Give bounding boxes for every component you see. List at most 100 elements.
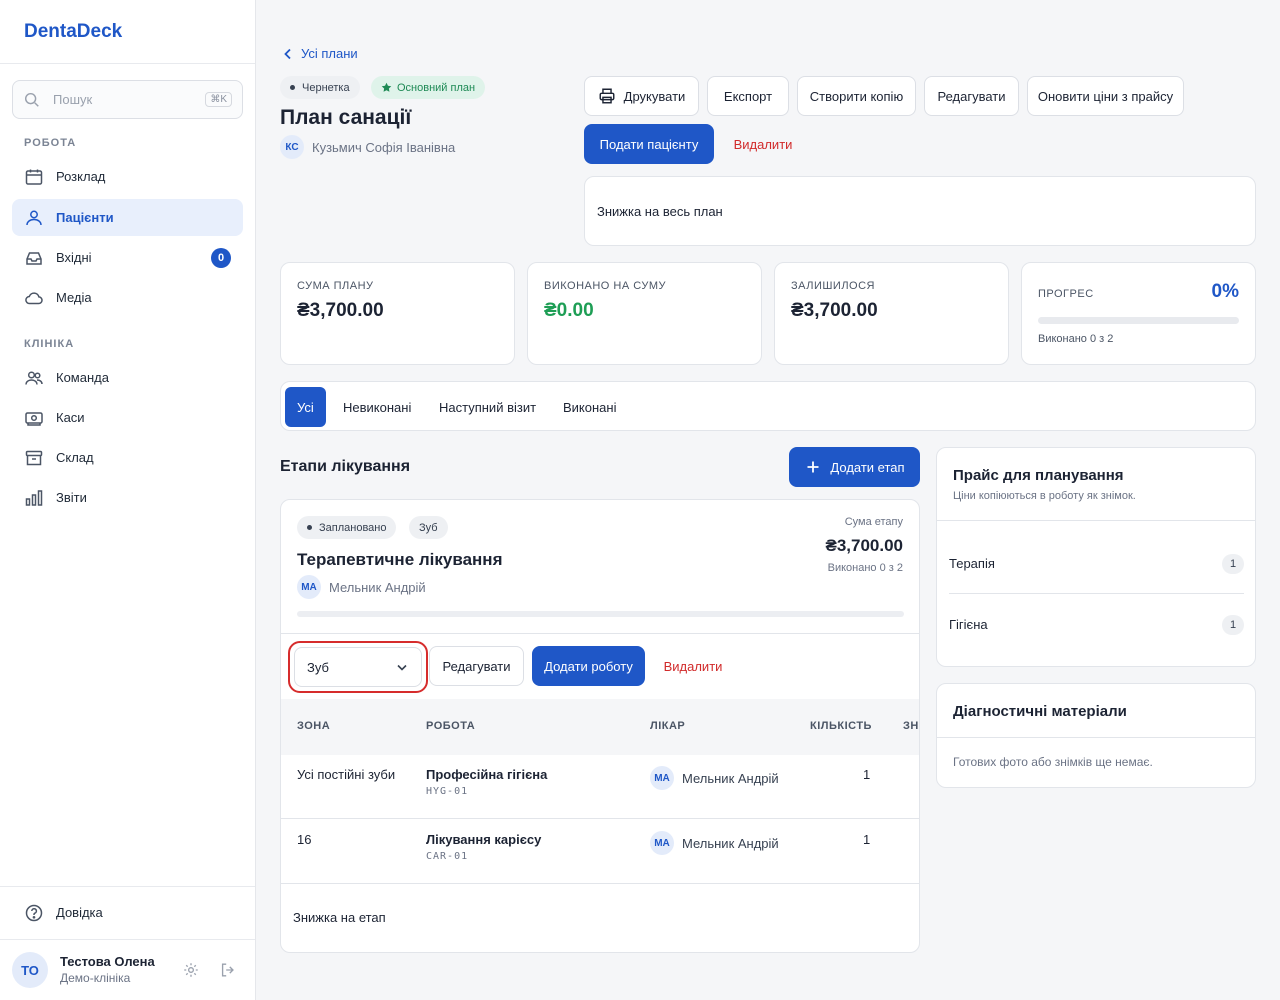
count-badge: 1: [1222, 615, 1244, 635]
sidebar-item-schedule[interactable]: Розклад: [12, 158, 243, 195]
zone-select-highlight: Зуб: [288, 641, 428, 693]
stat-left: ЗАЛИШИЛОСЯ ₴3,700.00: [774, 262, 1009, 365]
sidebar-item-reports[interactable]: Звіти: [12, 479, 243, 516]
plan-discount-label: Знижка на весь план: [597, 204, 723, 219]
category-label: Гігієна: [949, 617, 988, 632]
patient-name: Кузьмич Софія Іванівна: [312, 139, 456, 155]
doctor-name: Мельник Андрій: [329, 579, 426, 595]
shortcut-hint: ⌘K: [205, 92, 232, 107]
work-code: CAR-01: [426, 851, 469, 862]
work-name: Лікування карієсу: [426, 832, 542, 847]
patient-avatar: КС: [280, 135, 304, 159]
stat-label: СУМА ПЛАНУ: [297, 280, 374, 292]
help-icon: [24, 903, 44, 923]
sidebar-item-label: Звіти: [56, 490, 87, 505]
stage-done-count: Виконано 0 з 2: [827, 562, 903, 574]
stat-label: ВИКОНАНО НА СУМУ: [544, 280, 666, 292]
doctor-avatar: МА: [650, 766, 674, 790]
zone-cell: Усі постійні зуби: [297, 767, 396, 782]
back-link[interactable]: Усі плани: [281, 46, 358, 61]
sidebar-item-label: Каси: [56, 410, 85, 425]
inbox-icon: [24, 248, 44, 268]
sidebar-item-help[interactable]: Довідка: [12, 894, 243, 931]
edit-button[interactable]: Редагувати: [924, 76, 1019, 116]
calendar-icon: [24, 167, 44, 187]
archive-icon: [24, 448, 44, 468]
stage-card: Заплановано Зуб Терапевтичне лікування М…: [280, 499, 920, 953]
status-label: Чернетка: [302, 81, 350, 94]
stat-progress: ПРОГРЕС 0% Виконано 0 з 2: [1021, 262, 1256, 365]
tab-next-visit[interactable]: Наступний візит: [427, 387, 548, 427]
sidebar-item-patients[interactable]: Пацієнти: [12, 199, 243, 236]
price-panel: Прайс для планування Ціни копіюються в р…: [936, 447, 1256, 667]
progress-note: Виконано 0 з 2: [1038, 333, 1114, 345]
user-avatar[interactable]: ТО: [12, 952, 48, 988]
delete-stage-button[interactable]: Видалити: [653, 646, 733, 686]
stat-label: ЗАЛИШИЛОСЯ: [791, 280, 875, 292]
stages-title: Етапи лікування: [280, 458, 411, 475]
sidebar-item-media[interactable]: Медіа: [12, 279, 243, 316]
copy-button[interactable]: Створити копію: [797, 76, 916, 116]
search-input[interactable]: Пошук ⌘K: [12, 80, 243, 119]
users-icon: [24, 208, 44, 228]
team-icon: [24, 368, 44, 388]
price-category-therapy[interactable]: Терапія 1: [949, 554, 1244, 574]
price-panel-title: Прайс для планування: [953, 467, 1124, 484]
column-header: КІЛЬКІСТЬ: [810, 720, 872, 732]
diagnostics-title: Діагностичні матеріали: [953, 703, 1127, 720]
filter-tabs: Усі Невиконані Наступний візит Виконані: [280, 381, 1256, 431]
price-category-hygiene[interactable]: Гігієна 1: [949, 615, 1244, 635]
stage-sum: ₴3,700.00: [825, 536, 903, 555]
patient-info[interactable]: КС Кузьмич Софія Іванівна: [280, 135, 455, 159]
section-label-clinic: КЛІНІКА: [24, 338, 75, 350]
add-stage-label: Додати етап: [830, 459, 905, 475]
doctor-name: Мельник Андрій: [682, 835, 779, 851]
stage-discount-label[interactable]: Знижка на етап: [293, 910, 386, 925]
divider: [0, 63, 255, 64]
quantity-cell: 1: [863, 832, 871, 847]
print-button[interactable]: Друкувати: [584, 76, 699, 116]
user-name: Тестова Олена: [60, 954, 155, 969]
submit-to-patient-button[interactable]: Подати пацієнту: [584, 124, 714, 164]
add-work-button[interactable]: Додати роботу: [532, 646, 645, 686]
settings-icon[interactable]: [182, 961, 200, 979]
delete-plan-button[interactable]: Видалити: [722, 124, 804, 164]
printer-icon: [598, 87, 616, 105]
app-logo[interactable]: DentaDeck: [24, 21, 122, 43]
plan-discount-box[interactable]: Знижка на весь план: [584, 176, 1256, 246]
work-name: Професійна гігієна: [426, 767, 548, 782]
print-label: Друкувати: [623, 88, 686, 104]
stage-progress-bar: [297, 611, 904, 617]
category-label: Терапія: [949, 556, 995, 571]
zone-select-value: Зуб: [307, 659, 329, 675]
divider: [281, 883, 919, 884]
tab-completed[interactable]: Виконані: [551, 387, 628, 427]
add-stage-button[interactable]: Додати етап: [789, 447, 920, 487]
status-dot: [307, 525, 312, 530]
doctor-cell: МА Мельник Андрій: [650, 831, 779, 855]
stage-status-label: Заплановано: [319, 521, 387, 534]
stage-sum-label: Сума етапу: [844, 516, 903, 528]
sidebar-item-label: Пацієнти: [56, 210, 114, 225]
sidebar: DentaDeck Пошук ⌘K РОБОТА Розклад Пацієн…: [0, 0, 256, 1000]
update-prices-button[interactable]: Оновити ціни з прайсу: [1027, 76, 1184, 116]
sidebar-item-cashdesks[interactable]: Каси: [12, 399, 243, 436]
zone-select[interactable]: Зуб: [294, 647, 422, 687]
doctor-name: Мельник Андрій: [682, 770, 779, 786]
sidebar-item-team[interactable]: Команда: [12, 359, 243, 396]
export-button[interactable]: Експорт: [707, 76, 789, 116]
divider: [949, 593, 1244, 594]
stat-done: ВИКОНАНО НА СУМУ ₴0.00: [527, 262, 762, 365]
sidebar-item-warehouse[interactable]: Склад: [12, 439, 243, 476]
stage-title: Терапевтичне лікування: [297, 550, 503, 569]
stat-total: СУМА ПЛАНУ ₴3,700.00: [280, 262, 515, 365]
search-placeholder: Пошук: [53, 92, 93, 107]
tab-incomplete[interactable]: Невиконані: [331, 387, 423, 427]
edit-stage-button[interactable]: Редагувати: [429, 646, 524, 686]
tab-all[interactable]: Усі: [285, 387, 326, 427]
price-panel-subtitle: Ціни копіюються в роботу як знімок.: [953, 490, 1136, 502]
chevron-down-icon: [395, 660, 409, 674]
sidebar-item-inbox[interactable]: Вхідні 0: [12, 239, 243, 276]
logout-icon[interactable]: [219, 961, 237, 979]
star-icon: [381, 82, 392, 93]
